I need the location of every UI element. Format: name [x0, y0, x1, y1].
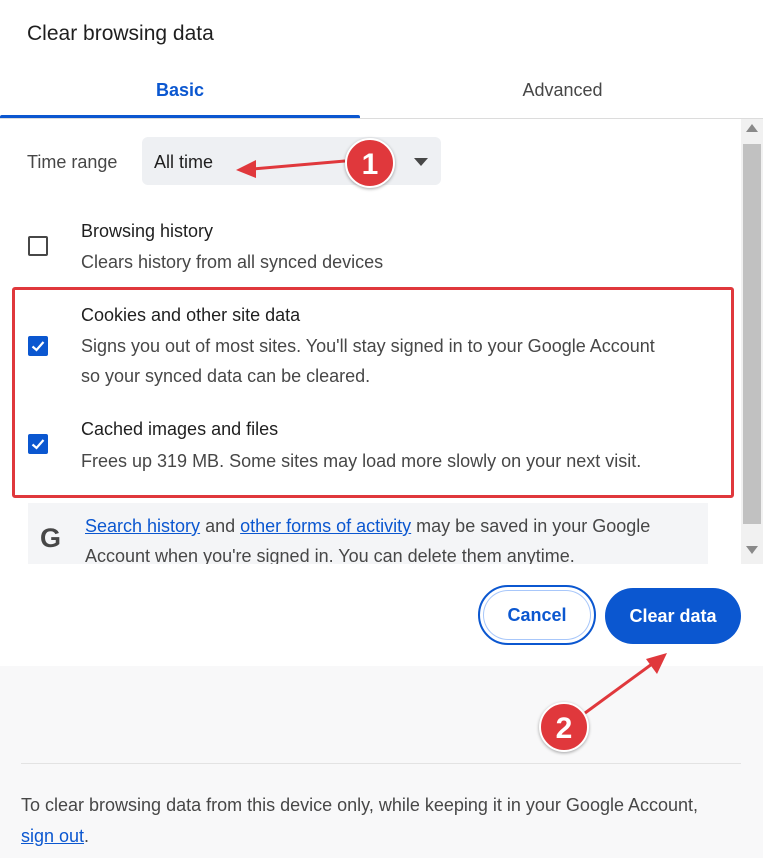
footer-message: To clear browsing data from this device … — [21, 795, 699, 815]
browsing-history-description: Clears history from all synced devices — [81, 252, 384, 272]
dialog-title: Clear browsing data — [27, 22, 214, 45]
cookies-description-line-2: so your synced data can be cleared. — [81, 366, 371, 386]
time-range-select[interactable]: All time — [142, 137, 441, 185]
browsing-history-title: Browsing history — [81, 221, 214, 241]
dialog-footer: To clear browsing data from this device … — [0, 666, 763, 858]
tab-basic-label: Basic — [155, 80, 205, 100]
cookies-description-line-1: Signs you out of most sites. You'll stay… — [81, 336, 655, 356]
cached-images-description: Frees up 319 MB. Some sites may load mor… — [81, 451, 642, 471]
google-notice-text: Search history and other forms of activi… — [85, 511, 705, 564]
google-activity-notice: G Search history and other forms of acti… — [28, 503, 708, 564]
google-g-icon: G — [40, 523, 62, 553]
time-range-value: All time — [154, 152, 214, 172]
footer-text: To clear browsing data from this device … — [21, 790, 721, 852]
tab-advanced-label: Advanced — [522, 80, 603, 100]
content-scrollbar[interactable] — [741, 119, 763, 564]
tab-advanced[interactable]: Advanced — [362, 76, 763, 118]
scrollbar-thumb[interactable] — [743, 144, 761, 524]
checkmark-icon — [31, 341, 45, 352]
annotation-badge-1: 1 — [345, 138, 395, 188]
cookies-title: Cookies and other site data — [81, 305, 301, 325]
other-activity-link[interactable]: other forms of activity — [240, 516, 411, 536]
checkmark-icon — [31, 439, 45, 450]
cached-images-checkbox[interactable] — [28, 434, 48, 454]
search-history-link[interactable]: Search history — [85, 516, 200, 536]
notice-text-part-1: and — [200, 516, 241, 536]
footer-divider — [21, 763, 741, 764]
cached-images-title: Cached images and files — [81, 419, 279, 439]
cancel-button[interactable]: Cancel — [478, 585, 596, 645]
tab-basic[interactable]: Basic — [0, 76, 360, 118]
cookies-checkbox[interactable] — [28, 336, 48, 356]
browsing-history-checkbox[interactable] — [28, 236, 48, 256]
annotation-badge-2: 2 — [539, 702, 589, 752]
footer-suffix: . — [84, 826, 90, 846]
time-range-label: Time range — [27, 152, 118, 172]
sign-out-link[interactable]: sign out — [21, 826, 84, 846]
dropdown-caret-icon — [414, 158, 428, 166]
clear-data-button[interactable]: Clear data — [605, 588, 741, 644]
scroll-down-arrow-icon[interactable] — [746, 546, 758, 554]
scroll-up-arrow-icon[interactable] — [746, 124, 758, 132]
